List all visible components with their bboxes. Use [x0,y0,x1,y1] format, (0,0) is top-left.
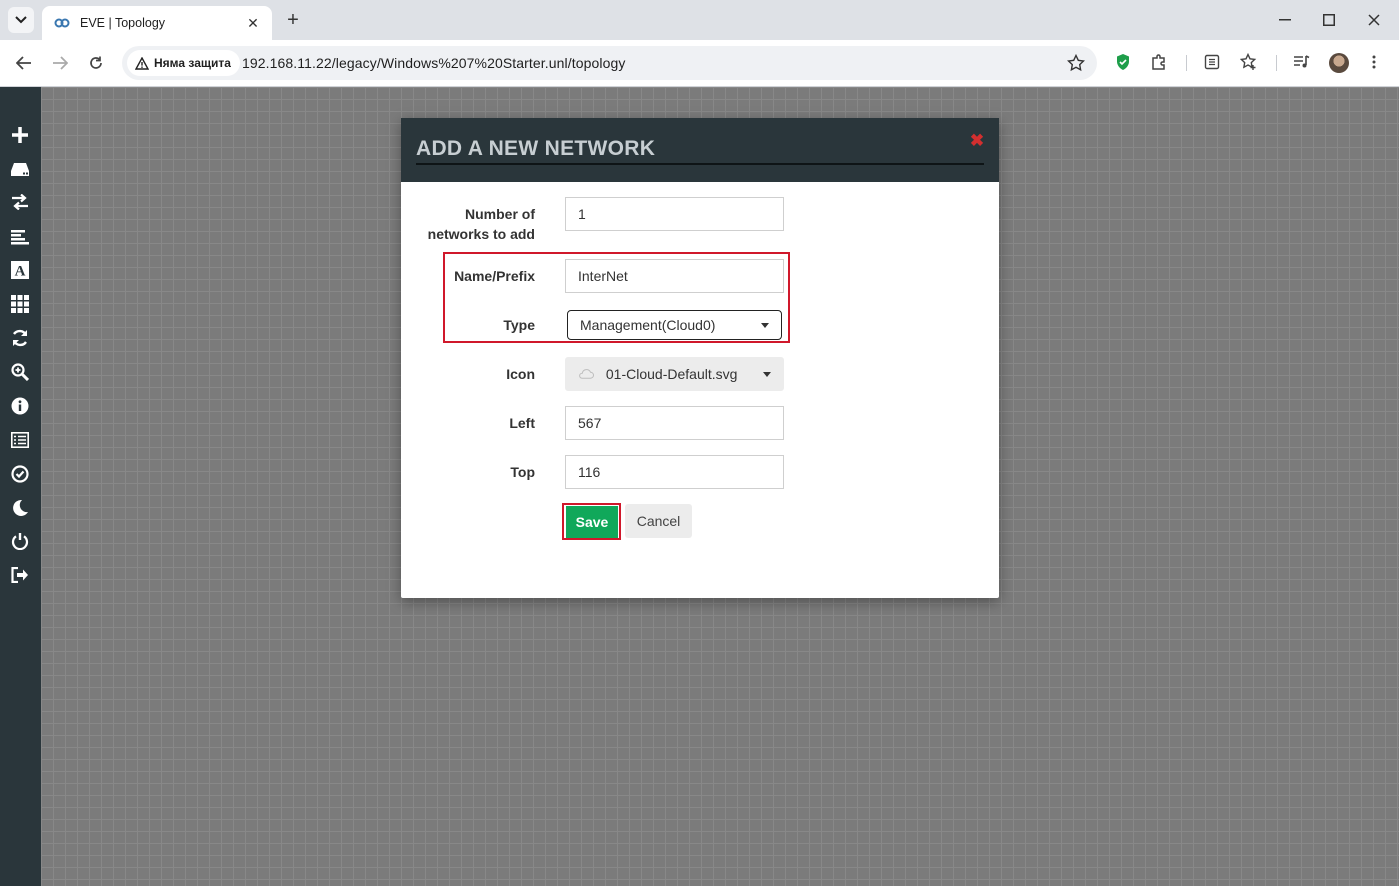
browser-tabbar: EVE | Topology ✕ + [0,0,1399,40]
count-input[interactable]: 1 [565,197,784,231]
cancel-button[interactable]: Cancel [625,504,692,538]
type-label: Type [503,317,535,333]
more-menu-icon[interactable] [1362,50,1386,74]
address-bar[interactable]: Няма защита 192.168.11.22/legacy/Windows… [122,46,1097,80]
zoom-icon[interactable] [8,360,32,384]
left-label: Left [509,415,535,431]
warning-icon [135,56,149,70]
add-icon[interactable] [8,123,32,147]
count-label-line2: networks to add [427,226,535,242]
close-window-icon[interactable] [1362,8,1386,32]
icon-select[interactable]: 01-Cloud-Default.svg [565,357,784,391]
type-select[interactable]: Management(Cloud0) [567,310,782,340]
reading-list-icon[interactable] [1200,50,1224,74]
text-icon[interactable]: A [8,258,32,282]
top-label: Top [510,464,535,480]
grid-icon[interactable] [8,292,32,316]
dark-mode-icon[interactable] [8,496,32,520]
dialog-title: ADD A NEW NETWORK [416,137,656,160]
close-icon[interactable]: ✖ [969,132,985,149]
forward-arrow-icon[interactable] [47,50,73,76]
tab-search-button[interactable] [8,7,34,33]
dialog-header: ADD A NEW NETWORK ✖ [401,118,999,182]
status-icon[interactable] [8,462,32,486]
browser-toolbar: Няма защита 192.168.11.22/legacy/Windows… [0,40,1399,87]
type-select-value: Management(Cloud0) [580,317,716,333]
toolbar-divider [1186,55,1187,71]
add-network-dialog: ADD A NEW NETWORK ✖ Number of networks t… [401,118,999,598]
node-icon[interactable] [8,157,32,181]
browser-tab-active[interactable]: EVE | Topology ✕ [42,6,272,40]
back-arrow-icon[interactable] [11,50,37,76]
count-label-line1: Number of [465,206,535,222]
eve-favicon-icon [54,18,70,28]
security-label: Няма защита [154,56,231,70]
cloud-icon [579,368,594,379]
extensions-puzzle-icon[interactable] [1147,50,1171,74]
bookmark-star-icon[interactable] [1067,54,1085,72]
close-tab-icon[interactable]: ✕ [244,14,262,32]
security-indicator[interactable]: Няма защита [127,50,240,76]
network-icon[interactable] [8,190,32,214]
minimize-icon[interactable] [1273,8,1297,32]
logout-icon[interactable] [8,563,32,587]
caret-down-icon [761,323,769,328]
url-text: 192.168.11.22/legacy/Windows%207%20Start… [242,55,626,71]
title-underline [416,163,984,165]
list-icon[interactable] [8,225,32,249]
tab-title: EVE | Topology [80,16,166,30]
toolbar-divider [1276,55,1277,71]
left-sidebar: A [0,87,41,886]
new-tab-button[interactable]: + [282,9,304,31]
maximize-icon[interactable] [1317,8,1341,32]
caret-down-icon [763,372,771,377]
shield-extension-icon[interactable] [1111,50,1135,74]
info-icon[interactable] [8,394,32,418]
profile-avatar[interactable] [1329,53,1349,73]
icon-select-value: 01-Cloud-Default.svg [605,366,738,382]
power-icon[interactable] [8,529,32,553]
reload-icon[interactable] [83,50,109,76]
chevron-down-icon [15,16,27,24]
name-label: Name/Prefix [454,268,535,284]
svg-text:A: A [15,264,26,280]
icon-label: Icon [506,366,535,382]
left-input[interactable]: 567 [565,406,784,440]
count-label: Number of networks to add [405,204,535,244]
log-icon[interactable] [8,428,32,452]
top-input[interactable]: 116 [565,455,784,489]
refresh-icon[interactable] [8,326,32,350]
favorites-icon[interactable] [1237,50,1261,74]
media-control-icon[interactable] [1290,50,1314,74]
save-button[interactable]: Save [566,506,618,538]
name-prefix-input[interactable]: InterNet [565,259,784,293]
